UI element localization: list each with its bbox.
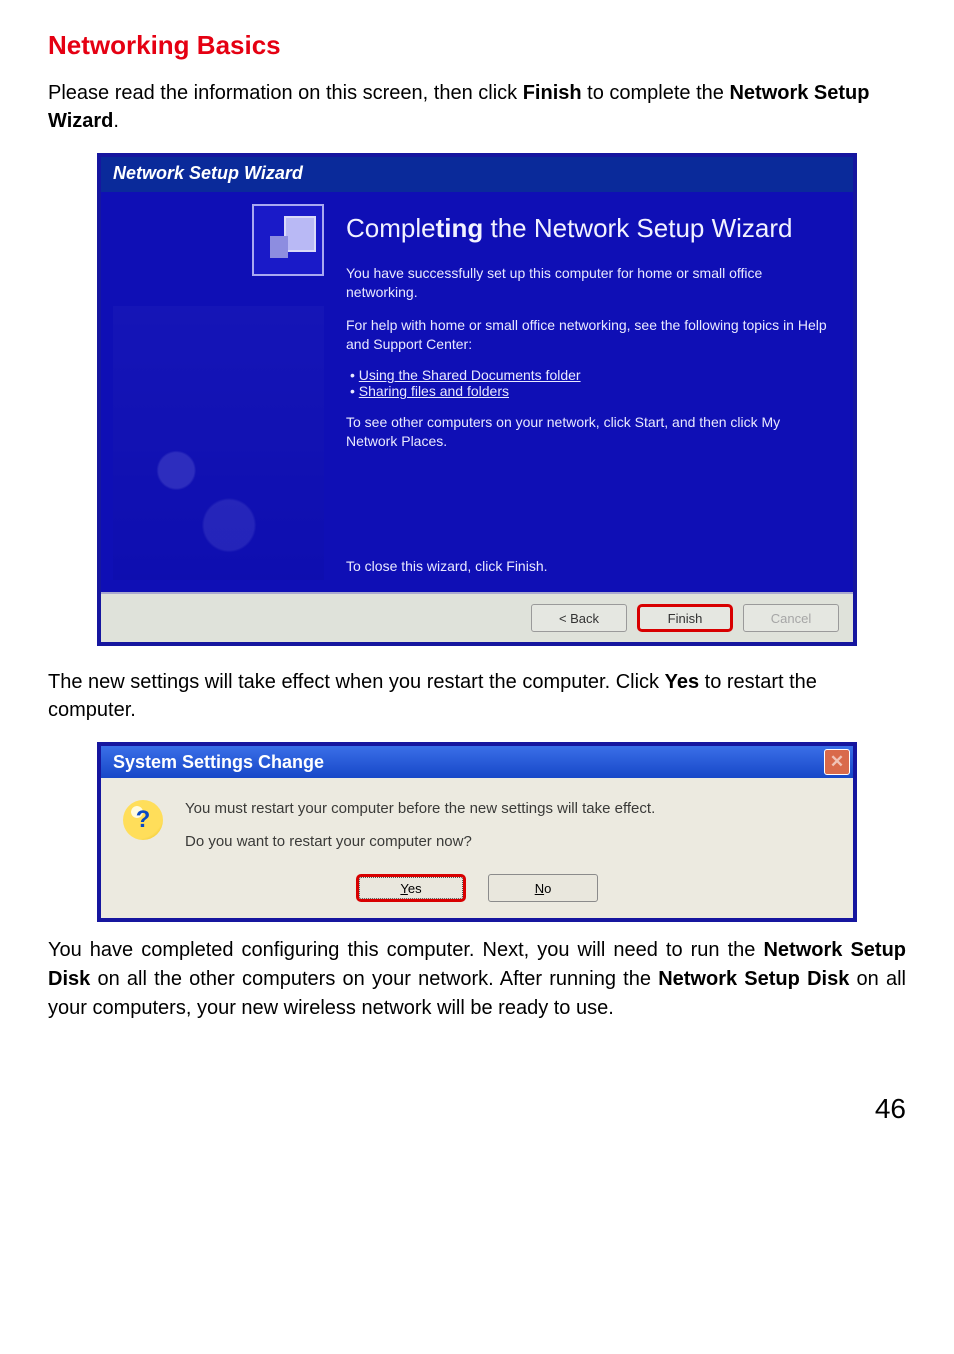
intro-bold-finish: Finish <box>523 82 582 104</box>
intro-text: Please read the information on this scre… <box>48 79 906 135</box>
dialog-line-2: Do you want to restart your computer now… <box>185 831 655 852</box>
wizard-para-1: You have successfully set up this comput… <box>346 264 831 302</box>
wizard-titlebar: Network Setup Wizard <box>101 157 853 192</box>
wizard-button-row: < Back Finish Cancel <box>101 592 853 642</box>
finish-button[interactable]: Finish <box>637 604 733 632</box>
wiz-title-a: Comple <box>346 213 436 243</box>
wizard-link-sharing-files[interactable]: Sharing files and folders <box>359 383 509 399</box>
wizard-para-3: To see other computers on your network, … <box>346 413 831 451</box>
dialog-title-text: System Settings Change <box>113 752 324 773</box>
closing-paragraph: You have completed configuring this comp… <box>48 936 906 1023</box>
no-underline: N <box>535 881 544 896</box>
question-icon: ? <box>123 800 163 840</box>
close-b2: Network Setup Disk <box>658 968 849 990</box>
wizard-network-icon <box>252 204 324 276</box>
dialog-message: You must restart your computer before th… <box>185 798 655 852</box>
mid-bold-yes: Yes <box>665 671 699 693</box>
wizard-main-title: Completing the Network Setup Wizard <box>346 214 831 244</box>
yes-button[interactable]: Yes <box>356 874 466 902</box>
back-button[interactable]: < Back <box>531 604 627 632</box>
wiz-title-c: the Network Setup Wizard <box>483 213 792 243</box>
dialog-titlebar: System Settings Change ✕ <box>101 746 853 778</box>
cancel-button: Cancel <box>743 604 839 632</box>
page-number: 46 <box>48 1093 906 1125</box>
wizard-illustration <box>113 306 324 580</box>
yes-rest: es <box>408 881 422 896</box>
mid-instruction: The new settings will take effect when y… <box>48 668 906 724</box>
wiz-title-b: ting <box>436 213 484 243</box>
mid-plain-1: The new settings will take effect when y… <box>48 671 665 693</box>
dialog-button-row: Yes No <box>123 874 831 902</box>
wizard-left-panel <box>101 192 336 592</box>
dialog-line-1: You must restart your computer before th… <box>185 798 655 819</box>
close-icon[interactable]: ✕ <box>824 749 850 775</box>
no-rest: o <box>544 881 551 896</box>
system-settings-dialog: System Settings Change ✕ ? You must rest… <box>97 742 857 922</box>
section-heading: Networking Basics <box>48 30 906 61</box>
intro-plain-1: Please read the information on this scre… <box>48 82 523 104</box>
intro-plain-2: to complete the <box>582 82 730 104</box>
wizard-close-text: To close this wizard, click Finish. <box>346 558 831 574</box>
no-button[interactable]: No <box>488 874 598 902</box>
yes-underline: Y <box>400 881 407 896</box>
wizard-window: Network Setup Wizard Completing the Netw… <box>97 153 857 646</box>
wizard-para-2: For help with home or small office netwo… <box>346 316 831 354</box>
wizard-link-shared-docs[interactable]: Using the Shared Documents folder <box>359 367 581 383</box>
close-c: on all the other computers on your netwo… <box>90 968 658 990</box>
intro-period: . <box>113 110 119 132</box>
close-a: You have completed configuring this comp… <box>48 939 763 961</box>
wizard-link-list: • Using the Shared Documents folder • Sh… <box>346 367 831 399</box>
